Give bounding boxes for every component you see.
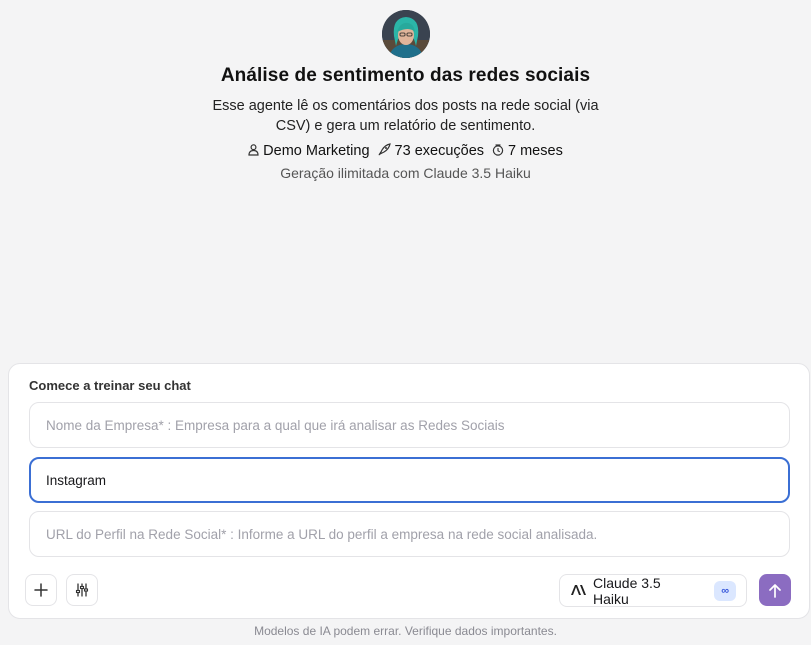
company-name-field[interactable]: Nome da Empresa* : Empresa para a qual q…	[29, 402, 790, 448]
social-network-value: Instagram	[46, 472, 107, 488]
agent-meta: Demo Marketing 73 execuções 7 meses	[248, 143, 563, 159]
plus-icon	[34, 583, 48, 597]
chat-card-title: Comece a treinar seu chat	[29, 378, 191, 393]
agent-executions: 73 execuções	[378, 143, 484, 159]
settings-button[interactable]	[66, 574, 98, 606]
model-label: Claude 3.5 Haiku	[593, 574, 661, 607]
sliders-icon	[75, 583, 89, 597]
profile-url-placeholder: URL do Perfil na Rede Social* : Informe …	[46, 526, 598, 542]
company-name-placeholder: Nome da Empresa* : Empresa para a qual q…	[46, 417, 505, 433]
arrow-up-icon	[769, 583, 781, 598]
agent-subtitle: Geração ilimitada com Claude 3.5 Haiku	[280, 165, 531, 181]
chat-card: Comece a treinar seu chat Nome da Empres…	[8, 363, 810, 619]
rocket-icon	[378, 143, 391, 159]
anthropic-logo-icon	[570, 583, 586, 599]
agent-age: 7 meses	[492, 143, 563, 159]
social-network-field[interactable]: Instagram	[29, 457, 790, 503]
clock-icon	[492, 143, 504, 159]
agent-executions-label: 73 execuções	[394, 143, 485, 159]
unlimited-badge: ∞	[714, 580, 736, 601]
agent-avatar	[381, 10, 430, 58]
page: Análise de sentimento das redes sociais …	[0, 0, 811, 645]
add-button[interactable]	[25, 574, 57, 606]
agent-header: Análise de sentimento das redes sociais …	[0, 10, 811, 181]
profile-url-field[interactable]: URL do Perfil na Rede Social* : Informe …	[29, 511, 790, 557]
agent-author-label: Demo Marketing	[263, 143, 370, 159]
model-selector[interactable]: Claude 3.5 Haiku ∞	[559, 574, 747, 607]
user-icon	[248, 143, 259, 159]
agent-description: Esse agente lê os comentários dos posts …	[212, 98, 599, 134]
agent-author: Demo Marketing	[248, 143, 370, 159]
send-button[interactable]	[759, 574, 791, 606]
agent-age-label: 7 meses	[508, 143, 563, 159]
disclaimer-note: Modelos de IA podem errar. Verifique dad…	[254, 624, 557, 638]
agent-title: Análise de sentimento das redes sociais	[220, 65, 591, 86]
